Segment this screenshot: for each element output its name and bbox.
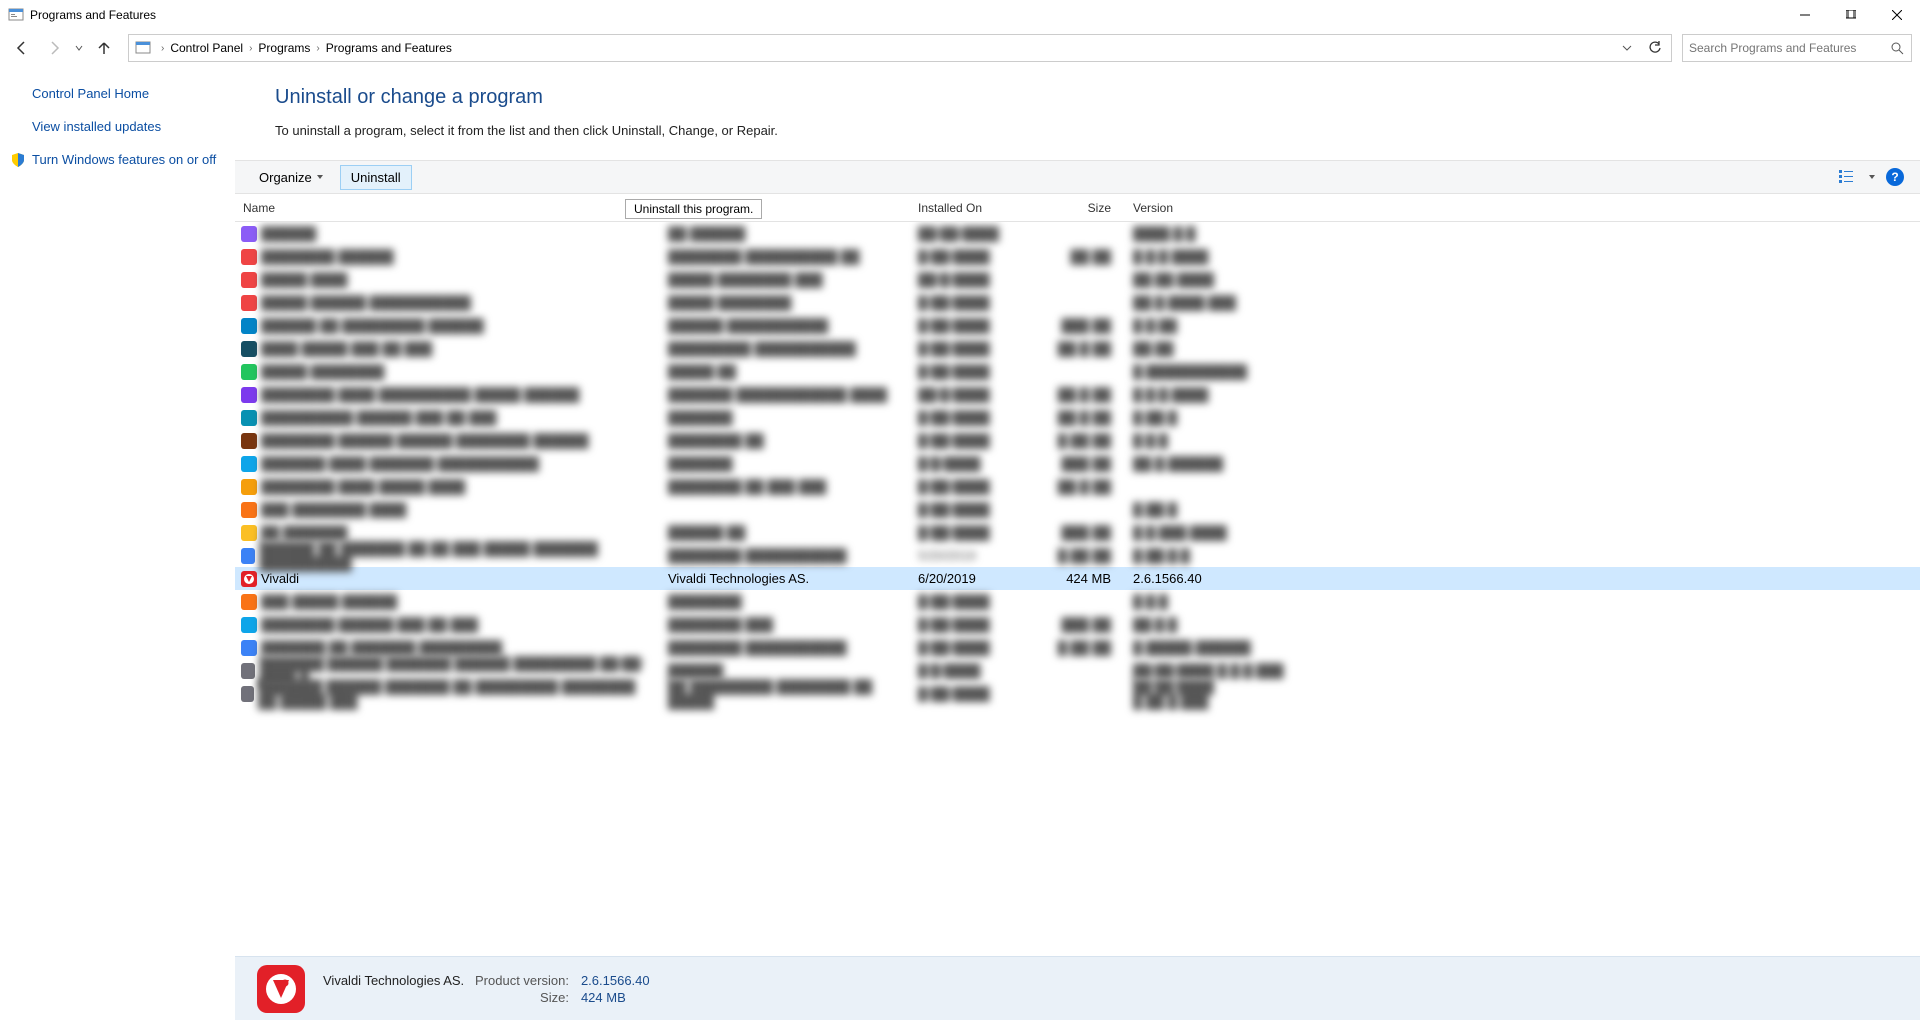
search-box[interactable] bbox=[1682, 34, 1912, 62]
shield-icon bbox=[10, 152, 26, 171]
nav-up-button[interactable] bbox=[90, 34, 118, 62]
organize-button[interactable]: Organize bbox=[249, 166, 334, 189]
program-row-blurred[interactable]: ███████ ██████ ███████ ██ █████████ ████… bbox=[235, 682, 1920, 705]
sidebar-control-panel-home[interactable]: Control Panel Home bbox=[32, 86, 225, 101]
page-title: Uninstall or change a program bbox=[275, 86, 1920, 109]
program-row-blurred[interactable]: ████████ ████ ██████████ █████ █████████… bbox=[235, 383, 1920, 406]
program-installed: 6/20/2019 bbox=[910, 571, 1015, 586]
program-row-blurred[interactable]: ███ █████ ███████████████/██/█████.█.█ bbox=[235, 590, 1920, 613]
detail-company: Vivaldi Technologies AS. bbox=[323, 973, 464, 988]
view-dropdown-button[interactable] bbox=[1868, 170, 1876, 184]
program-row-blurred[interactable]: █████ ██████ ████████████████ █████████/… bbox=[235, 291, 1920, 314]
program-row-blurred[interactable]: ██████ ██ █████████ ████████████ ███████… bbox=[235, 314, 1920, 337]
chevron-right-icon: › bbox=[316, 43, 319, 54]
sidebar-view-updates[interactable]: View installed updates bbox=[32, 119, 225, 134]
program-row-blurred[interactable]: ████████ ██████ ██████ ████████ ████████… bbox=[235, 429, 1920, 452]
detail-pv-label: Product version: bbox=[475, 973, 569, 988]
program-size: 424 MB bbox=[1015, 571, 1125, 586]
sidebar-windows-features[interactable]: Turn Windows features on or off bbox=[10, 152, 225, 171]
program-row-blurred[interactable]: ████████ ██████████████ ██████████ ███/█… bbox=[235, 245, 1920, 268]
detail-app-icon bbox=[257, 965, 305, 1013]
address-icon bbox=[133, 38, 153, 58]
column-header-size[interactable]: Size bbox=[1015, 201, 1125, 215]
sidebar-windows-features-label: Turn Windows features on or off bbox=[32, 152, 216, 167]
chevron-right-icon: › bbox=[161, 43, 164, 54]
detail-pv-value: 2.6.1566.40 bbox=[581, 973, 650, 988]
detail-size-label: Size: bbox=[475, 990, 569, 1005]
maximize-button[interactable] bbox=[1828, 0, 1874, 30]
nav-history-dropdown[interactable] bbox=[72, 34, 86, 62]
page-subtitle: To uninstall a program, select it from t… bbox=[275, 123, 1920, 138]
breadcrumb-programs[interactable]: Programs bbox=[258, 41, 310, 55]
program-name: Vivaldi bbox=[261, 571, 299, 586]
program-row-blurred[interactable]: ████████ ██████ ███ ██ ███████████ ████/… bbox=[235, 613, 1920, 636]
breadcrumb-programs-features[interactable]: Programs and Features bbox=[326, 41, 452, 55]
help-button[interactable]: ? bbox=[1886, 168, 1904, 186]
view-options-button[interactable] bbox=[1838, 167, 1858, 187]
program-publisher: Vivaldi Technologies AS. bbox=[660, 571, 910, 586]
program-version: 2.6.1566.40 bbox=[1125, 571, 1295, 586]
program-row-blurred[interactable]: ████████ ████████/██/████████.█.█ bbox=[235, 222, 1920, 245]
detail-size-value: 424 MB bbox=[581, 990, 650, 1005]
app-icon bbox=[8, 7, 24, 23]
nav-back-button[interactable] bbox=[8, 34, 36, 62]
program-row-blurred[interactable]: ████████ ████ █████ ████████████ ██ ███ … bbox=[235, 475, 1920, 498]
program-row-blurred[interactable]: ████ █████ ███ ██ ████████████ █████████… bbox=[235, 337, 1920, 360]
column-header-name[interactable]: Name bbox=[235, 201, 660, 215]
dropdown-icon bbox=[316, 173, 324, 181]
program-row-blurred[interactable]: █████ █████████████ ███/██/█████.███████… bbox=[235, 360, 1920, 383]
minimize-button[interactable] bbox=[1782, 0, 1828, 30]
column-header-version[interactable]: Version bbox=[1125, 201, 1295, 215]
uninstall-button[interactable]: Uninstall bbox=[340, 165, 412, 190]
refresh-button[interactable] bbox=[1643, 36, 1667, 60]
vivaldi-icon bbox=[241, 571, 257, 587]
chevron-right-icon: › bbox=[249, 43, 252, 54]
address-bar[interactable]: › Control Panel › Programs › Programs an… bbox=[128, 34, 1672, 62]
program-row-blurred[interactable]: ██████████ ██████ ███ ██ ███████████/██/… bbox=[235, 406, 1920, 429]
window-title: Programs and Features bbox=[30, 8, 156, 22]
column-header-installed[interactable]: Installed On bbox=[910, 201, 1015, 215]
program-row-blurred[interactable]: ██████ ██ ███████ ██ ██ ███ █████ ██████… bbox=[235, 544, 1920, 567]
program-row-blurred[interactable]: █████ █████████ ████████ █████/█/██████.… bbox=[235, 268, 1920, 291]
search-icon bbox=[1889, 40, 1905, 56]
nav-forward-button[interactable] bbox=[40, 34, 68, 62]
breadcrumb-control-panel[interactable]: Control Panel bbox=[170, 41, 243, 55]
program-row-blurred[interactable]: ███████ ████ ███████ ███████████████████… bbox=[235, 452, 1920, 475]
search-input[interactable] bbox=[1689, 41, 1889, 55]
close-button[interactable] bbox=[1874, 0, 1920, 30]
program-row-blurred[interactable]: ███ ████████ █████/██/█████.██.█ bbox=[235, 498, 1920, 521]
uninstall-tooltip: Uninstall this program. bbox=[625, 199, 762, 219]
address-dropdown-button[interactable] bbox=[1615, 36, 1639, 60]
program-list[interactable]: Name Publisher Installed On Size Version… bbox=[235, 194, 1920, 956]
